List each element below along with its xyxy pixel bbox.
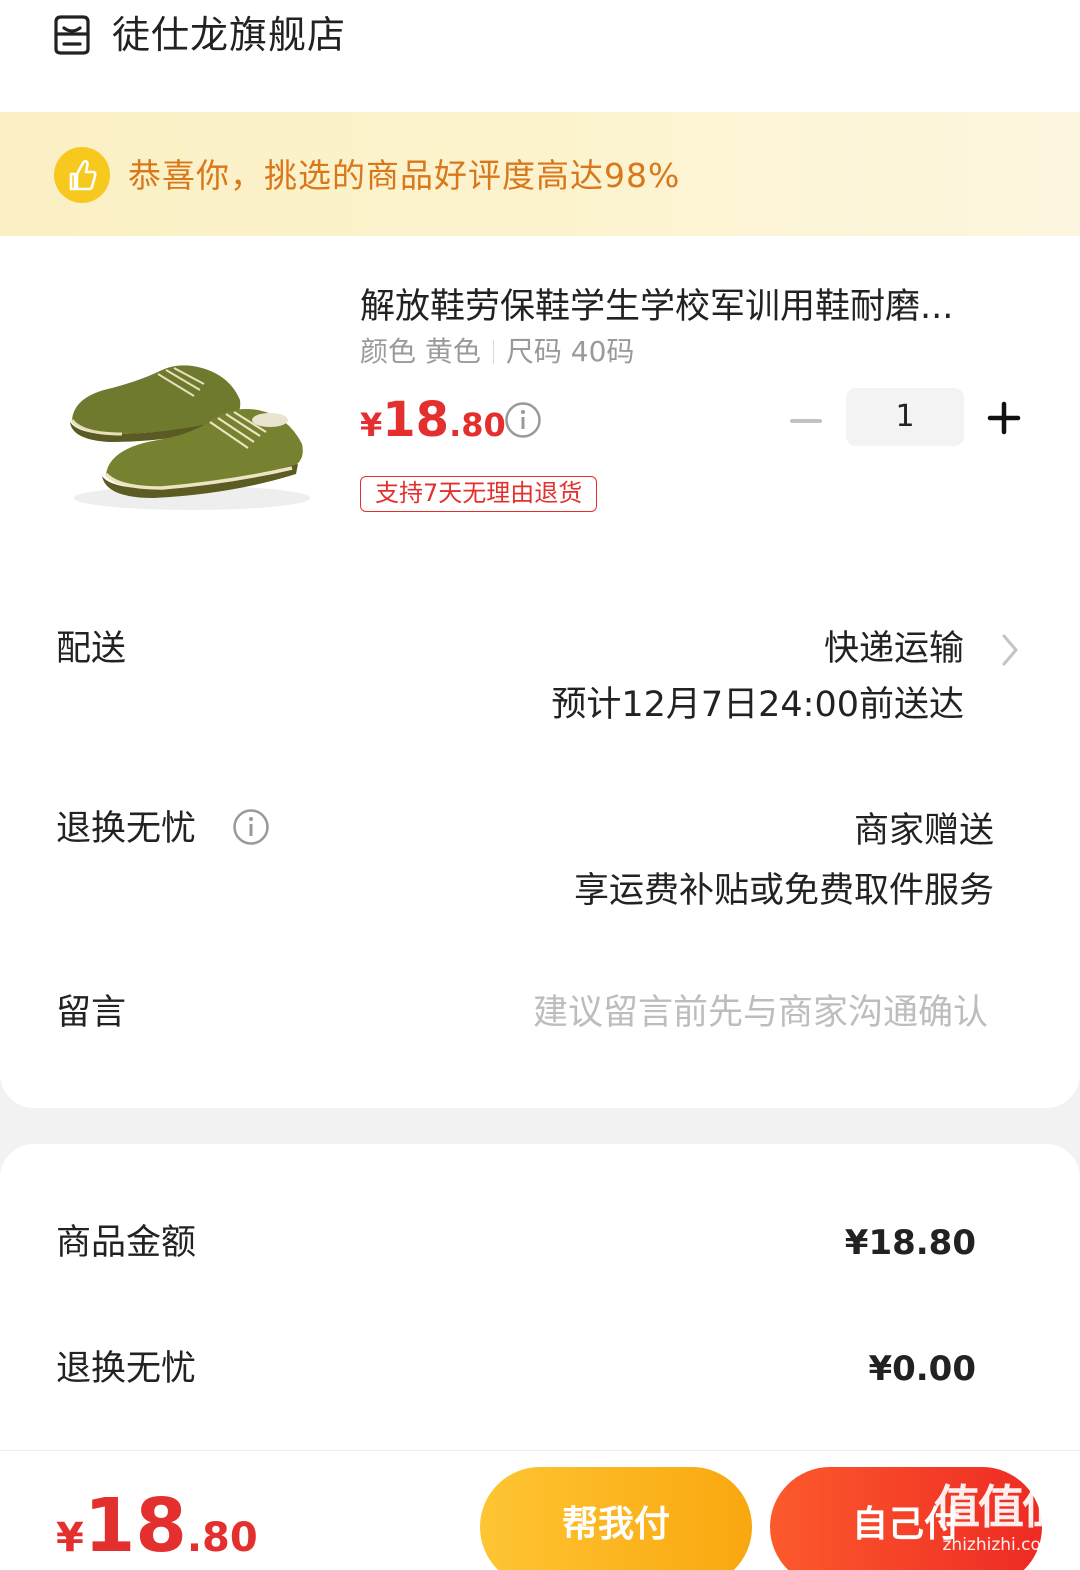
product-size: 尺码 40码 [505, 335, 635, 368]
watermark-url: zhizhizhi.com [942, 1535, 1058, 1555]
rating-banner: 恭喜你，挑选的商品好评度高达98% [0, 112, 1080, 236]
watermark: 值值值 zhizhizhi.com [926, 1479, 1074, 1567]
delivery-method[interactable]: 快递运输 [824, 624, 964, 674]
delivery-estimate: 预计12月7日24:00前送达 [551, 685, 964, 725]
bottom-action-bar: ¥18.80 帮我付 自己付 值值值 zhizhizhi.com [0, 1450, 1080, 1570]
product-image[interactable] [62, 348, 316, 518]
quantity-increase-button[interactable] [984, 398, 1024, 438]
product-title[interactable]: 解放鞋劳保鞋学生学校军训用鞋耐磨... [360, 282, 1020, 332]
note-input[interactable]: 建议留言前先与商家沟通确认 [533, 988, 988, 1038]
return-service-detail: 享运费补贴或免费取件服务 [573, 871, 994, 911]
product-price: ¥18.80 [360, 392, 506, 448]
chevron-right-icon[interactable] [998, 632, 1022, 668]
goods-amount-label: 商品金额 [56, 1223, 197, 1263]
spec-divider [492, 340, 494, 364]
total-decimal: .80 [186, 1515, 258, 1561]
goods-amount-value: ¥18.80 [844, 1223, 976, 1263]
info-icon[interactable] [504, 401, 542, 439]
total-integer: 18 [83, 1483, 187, 1569]
return-fee-label: 退换无忧 [56, 1349, 197, 1389]
return-service-value: 商家赠送 [853, 811, 994, 851]
note-label: 留言 [56, 993, 127, 1033]
quantity-input[interactable]: 1 [846, 388, 964, 446]
return-policy-badge: 支持7天无理由退货 [360, 476, 598, 512]
store-name[interactable]: 徒仕龙旗舰店 [112, 10, 346, 60]
info-icon[interactable] [232, 808, 270, 846]
product-color: 颜色 黄色 [360, 335, 481, 368]
price-decimal: .80 [449, 406, 506, 444]
quantity-decrease-button[interactable] [784, 401, 828, 441]
return-service-label: 退换无忧 [56, 809, 197, 849]
store-icon [54, 15, 90, 55]
price-integer: 18 [382, 392, 450, 448]
product-spec[interactable]: 颜色 黄色 尺码 40码 [360, 332, 634, 372]
help-me-pay-button[interactable]: 帮我付 [480, 1467, 752, 1570]
return-fee-value: ¥0.00 [868, 1349, 976, 1389]
delivery-label: 配送 [56, 629, 127, 669]
price-currency: ¥ [360, 406, 383, 444]
watermark-text: 值值值 [934, 1480, 1068, 1534]
order-card: 解放鞋劳保鞋学生学校军训用鞋耐磨... 颜色 黄色 尺码 40码 ¥18.80 1… [0, 236, 1080, 1108]
total-price: ¥18.80 [56, 1483, 258, 1569]
store-header[interactable]: 徒仕龙旗舰店 [0, 0, 1080, 112]
thumbs-up-icon [54, 147, 110, 203]
total-currency: ¥ [56, 1515, 84, 1561]
rating-banner-text: 恭喜你，挑选的商品好评度高达98% [128, 156, 681, 195]
